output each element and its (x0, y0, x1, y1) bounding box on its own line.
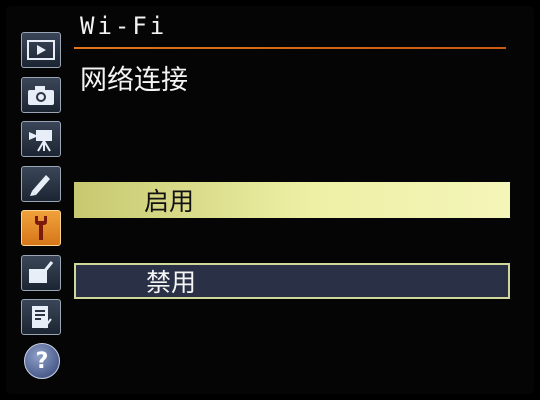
custom-settings-tab[interactable] (21, 166, 61, 202)
movie-icon (29, 130, 52, 152)
setup-menu-tab[interactable] (21, 210, 61, 246)
wrench-icon (35, 216, 47, 240)
shooting-menu-tab[interactable] (21, 77, 61, 113)
menu-sidebar: ? (0, 0, 70, 400)
setting-name: 网络连接 (80, 65, 188, 96)
playback-icon (27, 40, 55, 60)
retouch-icon (29, 261, 54, 283)
option-disable[interactable]: 禁用 (74, 263, 510, 299)
page-title: Wi-Fi (80, 12, 168, 40)
help-icon[interactable]: ? (24, 343, 60, 379)
title-divider (74, 47, 506, 49)
my-menu-icon (32, 306, 52, 329)
help-label: ? (35, 348, 49, 374)
option-enable[interactable]: 启用 (74, 182, 510, 218)
option-disable-label: 禁用 (146, 268, 197, 297)
camera-icon (28, 86, 54, 105)
playback-menu-tab[interactable] (21, 32, 61, 68)
my-menu-tab[interactable] (21, 299, 61, 335)
retouch-menu-tab[interactable] (21, 255, 61, 291)
option-enable-label: 启用 (144, 187, 195, 216)
pencil-icon (30, 175, 50, 196)
movie-menu-tab[interactable] (21, 121, 61, 157)
